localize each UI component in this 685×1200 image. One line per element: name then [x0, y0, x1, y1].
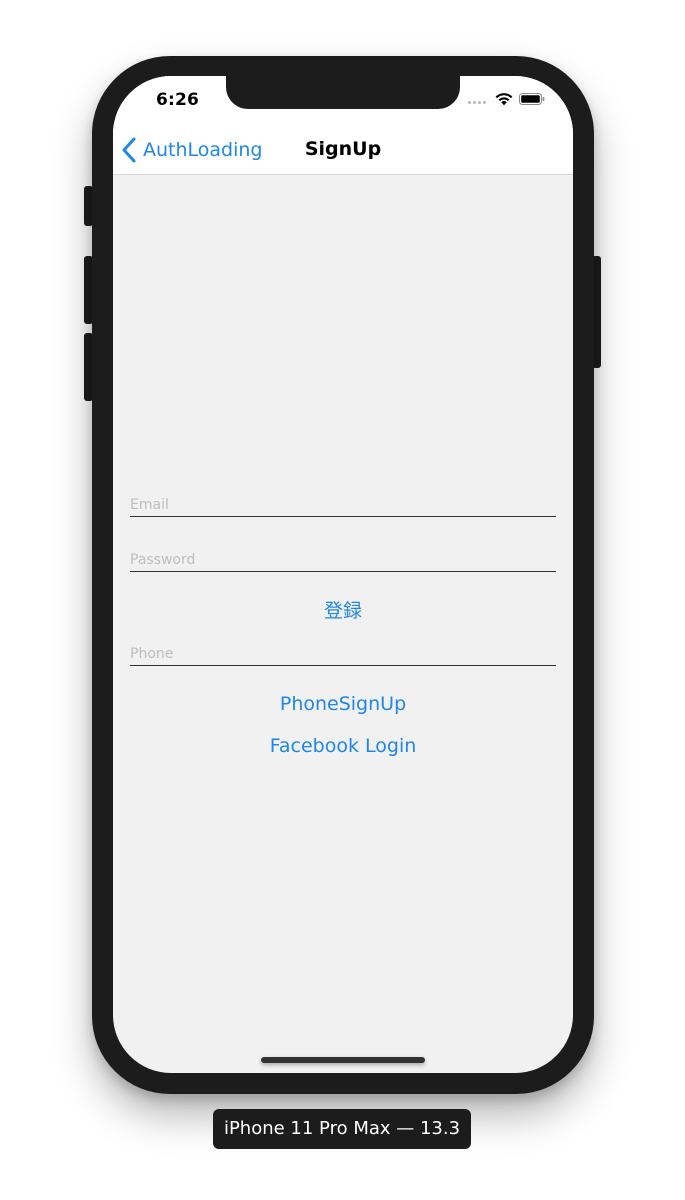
status-time: 6:26	[156, 90, 200, 110]
email-field[interactable]	[130, 494, 556, 516]
email-field-container	[130, 494, 556, 517]
top-bar: 6:26 AuthLoading SignUp	[113, 76, 573, 175]
device-name-label: iPhone 11 Pro Max — 13.3	[213, 1109, 471, 1149]
password-field[interactable]	[130, 549, 556, 571]
home-indicator[interactable]	[261, 1057, 425, 1063]
password-field-container	[130, 549, 556, 572]
notch	[226, 76, 460, 109]
signal-icon	[468, 98, 490, 104]
back-button-label: AuthLoading	[143, 139, 263, 161]
simulator-stage: 6:26 AuthLoading SignUp Email 登録 Phone P…	[0, 0, 685, 1200]
navigation-bar: AuthLoading SignUp	[113, 132, 573, 174]
register-button[interactable]: 登録	[113, 596, 573, 623]
facebook-login-button[interactable]: Facebook Login	[113, 735, 573, 757]
chevron-left-icon	[122, 137, 136, 163]
phone-signup-button[interactable]: PhoneSignUp	[113, 693, 573, 715]
battery-icon	[519, 93, 545, 105]
device-screen: 6:26 AuthLoading SignUp Email 登録 Phone P…	[113, 76, 573, 1073]
phone-field-container	[130, 643, 556, 666]
back-button[interactable]: AuthLoading	[121, 135, 263, 165]
phone-field[interactable]	[130, 643, 556, 665]
wifi-icon	[495, 93, 513, 106]
